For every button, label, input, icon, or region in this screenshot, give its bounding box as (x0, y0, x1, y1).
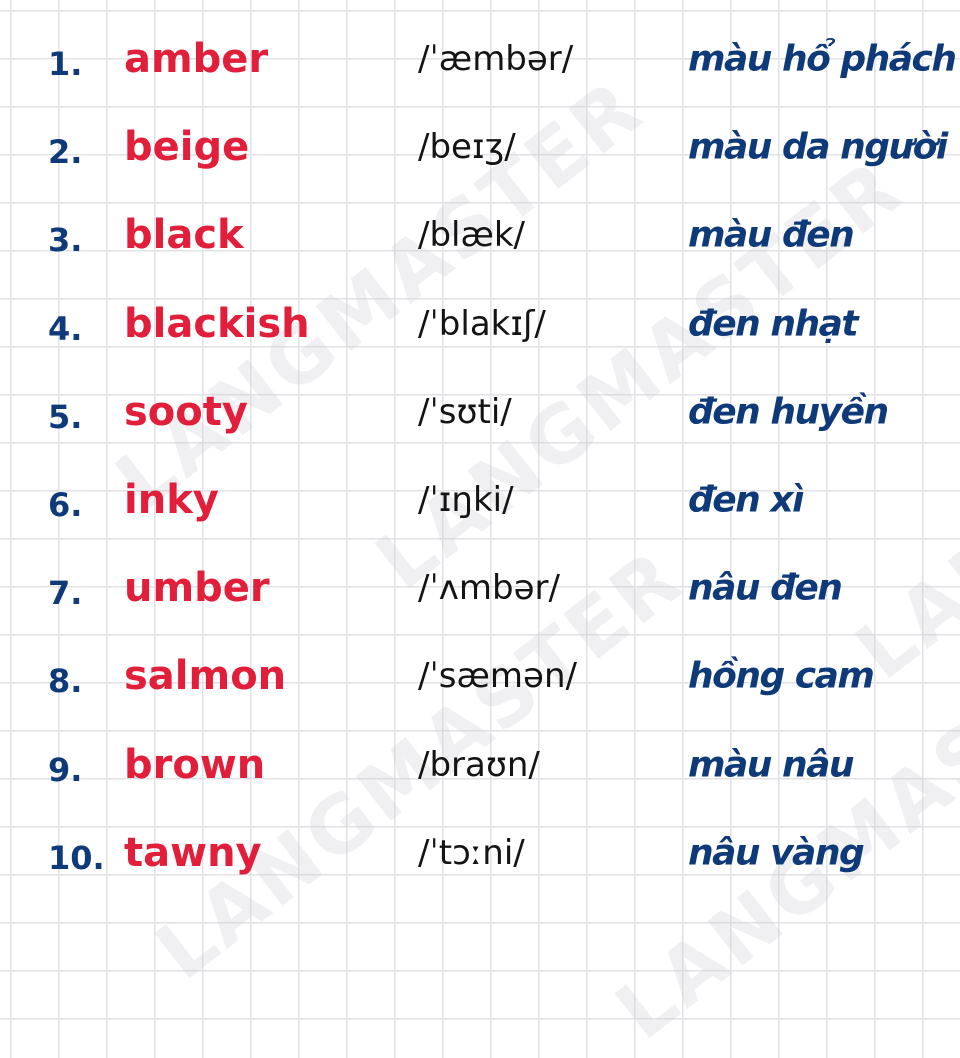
row-number: 8. (48, 662, 83, 701)
english-word: sooty (124, 388, 248, 435)
vocab-row: 4. blackish /ˈblakɪʃ/ đen nhạt (0, 280, 960, 368)
row-number: 10. (48, 838, 105, 877)
row-number: 6. (48, 486, 83, 525)
vietnamese-meaning: đen nhạt (688, 303, 859, 345)
vocab-row: 2. beige /beɪʒ/ màu da người (0, 103, 960, 191)
ipa-transcription: /braʊn/ (418, 744, 540, 785)
vietnamese-meaning: đen xì (688, 479, 804, 521)
vietnamese-meaning: màu nâu (688, 744, 855, 786)
row-number: 1. (48, 45, 83, 84)
vocab-row: 3. black /blæk/ màu đen (0, 191, 960, 279)
vocab-row: 6. inky /ˈɪŋki/ đen xì (0, 456, 960, 544)
english-word: brown (124, 741, 266, 788)
row-number: 5. (48, 397, 83, 436)
row-number: 9. (48, 750, 83, 789)
vocabulary-list: 1. amber /ˈæmbər/ màu hổ phách 2. beige … (0, 15, 960, 897)
english-word: black (124, 212, 244, 259)
vocab-row: 8. salmon /ˈsæmən/ hồng cam (0, 632, 960, 720)
ipa-transcription: /ˈʌmbər/ (418, 568, 560, 609)
ipa-transcription: /blæk/ (418, 215, 526, 256)
vietnamese-meaning: màu đen (688, 214, 855, 256)
vocab-row: 7. umber /ˈʌmbər/ nâu đen (0, 544, 960, 632)
english-word: blackish (124, 300, 310, 347)
ipa-transcription: /ˈblakɪʃ/ (418, 303, 546, 344)
ipa-transcription: /beɪʒ/ (418, 127, 516, 168)
vietnamese-meaning: nâu vàng (688, 832, 865, 874)
vocab-row: 1. amber /ˈæmbər/ màu hổ phách (0, 15, 960, 103)
vietnamese-meaning: hồng cam (688, 655, 875, 697)
row-number: 4. (48, 309, 83, 348)
ipa-transcription: /ˈæmbər/ (418, 39, 574, 80)
ipa-transcription: /ˈtɔːni/ (418, 832, 525, 873)
vocab-row: 5. sooty /ˈsʊti/ đen huyền (0, 368, 960, 456)
vietnamese-meaning: đen huyền (688, 391, 889, 433)
row-number: 2. (48, 133, 83, 172)
ipa-transcription: /ˈsʊti/ (418, 391, 512, 432)
english-word: inky (124, 477, 219, 524)
vocab-row: 10. tawny /ˈtɔːni/ nâu vàng (0, 809, 960, 897)
english-word: salmon (124, 653, 287, 700)
row-number: 3. (48, 221, 83, 260)
vietnamese-meaning: màu da người (688, 126, 948, 168)
vocab-row: 9. brown /braʊn/ màu nâu (0, 721, 960, 809)
row-number: 7. (48, 574, 83, 613)
ipa-transcription: /ˈɪŋki/ (418, 480, 514, 521)
english-word: umber (124, 565, 270, 612)
english-word: tawny (124, 829, 262, 876)
english-word: amber (124, 36, 269, 83)
english-word: beige (124, 124, 250, 171)
vietnamese-meaning: nâu đen (688, 567, 843, 609)
vietnamese-meaning: màu hổ phách (688, 38, 957, 80)
ipa-transcription: /ˈsæmən/ (418, 656, 577, 697)
